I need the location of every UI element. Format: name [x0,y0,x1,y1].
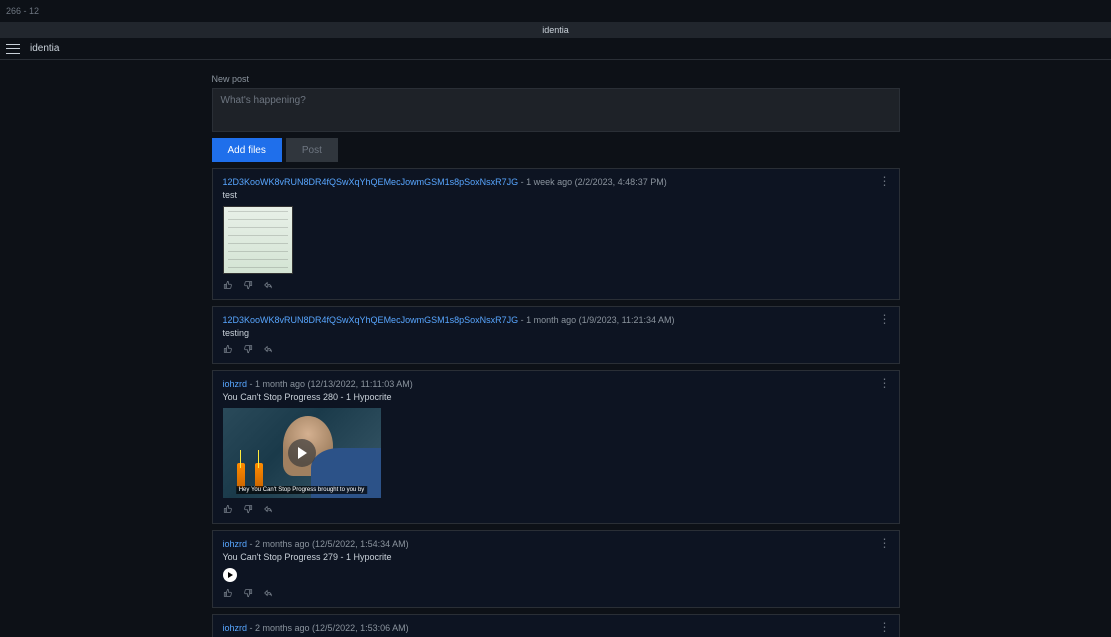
thumbs-up-icon[interactable] [223,280,233,293]
thumbs-down-icon[interactable] [243,280,253,293]
post-more-icon[interactable]: ⋮ [879,313,891,325]
post-card: ⋮ iohzrd - 2 months ago (12/5/2022, 1:54… [212,530,900,608]
post-body: You Can't Stop Progress 279 - 1 Hypocrit… [223,552,889,562]
author-link[interactable]: 12D3KooWK8vRUN8DR4fQSwXqYhQEMecJowmGSM1s… [223,177,519,187]
post-header: iohzrd - 2 months ago (12/5/2022, 1:54:3… [223,539,889,549]
top-status-bar: 266 - 12 [0,0,1111,22]
post-meta: - 1 week ago (2/2/2023, 4:48:37 PM) [518,177,667,187]
post-card: ⋮ 12D3KooWK8vRUN8DR4fQSwXqYhQEMecJowmGSM… [212,306,900,364]
post-body: test [223,190,889,200]
thumbs-up-icon[interactable] [223,588,233,601]
status-left: 266 - 12 [6,6,39,16]
post-meta: - 1 month ago (12/13/2022, 11:11:03 AM) [247,379,413,389]
author-link[interactable]: iohzrd [223,379,248,389]
post-actions [223,504,889,517]
share-icon[interactable] [263,344,273,357]
post-button[interactable]: Post [286,138,338,162]
share-icon[interactable] [263,504,273,517]
post-more-icon[interactable]: ⋮ [879,537,891,549]
compose-area: New post Add files Post [212,74,900,162]
thumbs-down-icon[interactable] [243,588,253,601]
compose-textarea[interactable] [212,88,900,132]
thumbs-down-icon[interactable] [243,504,253,517]
post-card: ⋮ iohzrd - 1 month ago (12/13/2022, 11:1… [212,370,900,524]
thumbs-down-icon[interactable] [243,344,253,357]
author-link[interactable]: iohzrd [223,623,248,633]
post-header: iohzrd - 2 months ago (12/5/2022, 1:53:0… [223,623,889,633]
hamburger-icon[interactable] [6,44,20,54]
author-link[interactable]: iohzrd [223,539,248,549]
post-actions [223,280,889,293]
post-header: iohzrd - 1 month ago (12/13/2022, 11:11:… [223,379,889,389]
window-title-bar: identia [0,22,1111,38]
compose-heading: New post [212,74,900,84]
compose-buttons: Add files Post [212,138,900,162]
post-card: ⋮ iohzrd - 2 months ago (12/5/2022, 1:53… [212,614,900,637]
post-actions [223,344,889,357]
post-meta: - 2 months ago (12/5/2022, 1:54:34 AM) [247,539,409,549]
thumbs-up-icon[interactable] [223,344,233,357]
image-attachment[interactable] [223,206,293,274]
main-content: New post Add files Post ⋮ 12D3KooWK8vRUN… [0,60,1111,637]
feed-column: New post Add files Post ⋮ 12D3KooWK8vRUN… [212,60,900,637]
post-more-icon[interactable]: ⋮ [879,621,891,633]
post-actions [223,588,889,601]
post-more-icon[interactable]: ⋮ [879,175,891,187]
window-title: identia [542,25,569,35]
add-files-button[interactable]: Add files [212,138,282,162]
post-more-icon[interactable]: ⋮ [879,377,891,389]
post-card: ⋮ 12D3KooWK8vRUN8DR4fQSwXqYhQEMecJowmGSM… [212,168,900,300]
post-body: You Can't Stop Progress 280 - 1 Hypocrit… [223,392,889,402]
post-meta: - 2 months ago (12/5/2022, 1:53:06 AM) [247,623,409,633]
video-attachment[interactable]: Hey You Can't Stop Progress brought to y… [223,408,381,498]
brand-label[interactable]: identia [30,43,59,54]
play-icon [288,439,316,467]
post-header: 12D3KooWK8vRUN8DR4fQSwXqYhQEMecJowmGSM1s… [223,315,889,325]
share-icon[interactable] [263,280,273,293]
post-body: testing [223,328,889,338]
navbar: identia [0,38,1111,60]
video-caption: Hey You Can't Stop Progress brought to y… [236,486,368,494]
author-link[interactable]: 12D3KooWK8vRUN8DR4fQSwXqYhQEMecJowmGSM1s… [223,315,519,325]
post-header: 12D3KooWK8vRUN8DR4fQSwXqYhQEMecJowmGSM1s… [223,177,889,187]
audio-play-button[interactable] [223,568,237,582]
thumbs-up-icon[interactable] [223,504,233,517]
post-meta: - 1 month ago (1/9/2023, 11:21:34 AM) [518,315,674,325]
share-icon[interactable] [263,588,273,601]
